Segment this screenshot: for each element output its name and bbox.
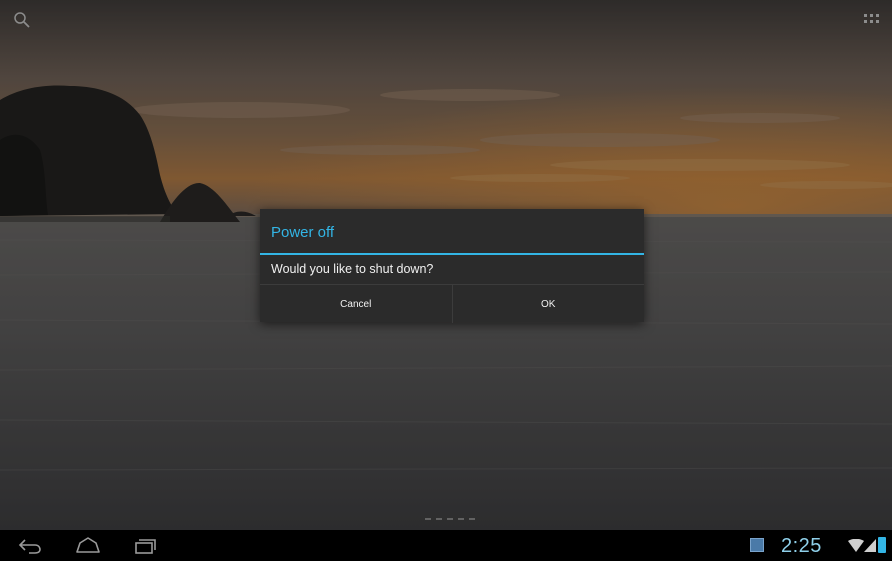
dialog-message: Would you like to shut down? [271, 262, 434, 276]
dialog-title-divider [260, 253, 644, 255]
wifi-icon [848, 538, 864, 558]
cell-signal-icon [864, 539, 876, 558]
notification-icon[interactable] [750, 538, 764, 552]
ok-button[interactable]: OK [453, 285, 645, 323]
back-arrow-icon[interactable] [17, 534, 43, 556]
cancel-button[interactable]: Cancel [260, 285, 453, 323]
recent-apps-icon[interactable] [133, 534, 159, 556]
search-icon[interactable] [12, 10, 32, 30]
dialog-title: Power off [271, 224, 335, 241]
battery-icon [878, 537, 886, 553]
all-apps-grid-icon[interactable] [862, 10, 882, 30]
home-icon[interactable] [75, 534, 101, 556]
power-off-dialog: Power off Would you like to shut down? C… [260, 209, 644, 323]
home-page-indicator [420, 515, 480, 523]
dialog-button-bar: Cancel OK [260, 284, 644, 323]
android-tablet-screen: Power off Would you like to shut down? C… [0, 0, 892, 561]
system-navigation-bar: 2:25 [0, 530, 892, 561]
status-clock[interactable]: 2:25 [781, 536, 822, 556]
